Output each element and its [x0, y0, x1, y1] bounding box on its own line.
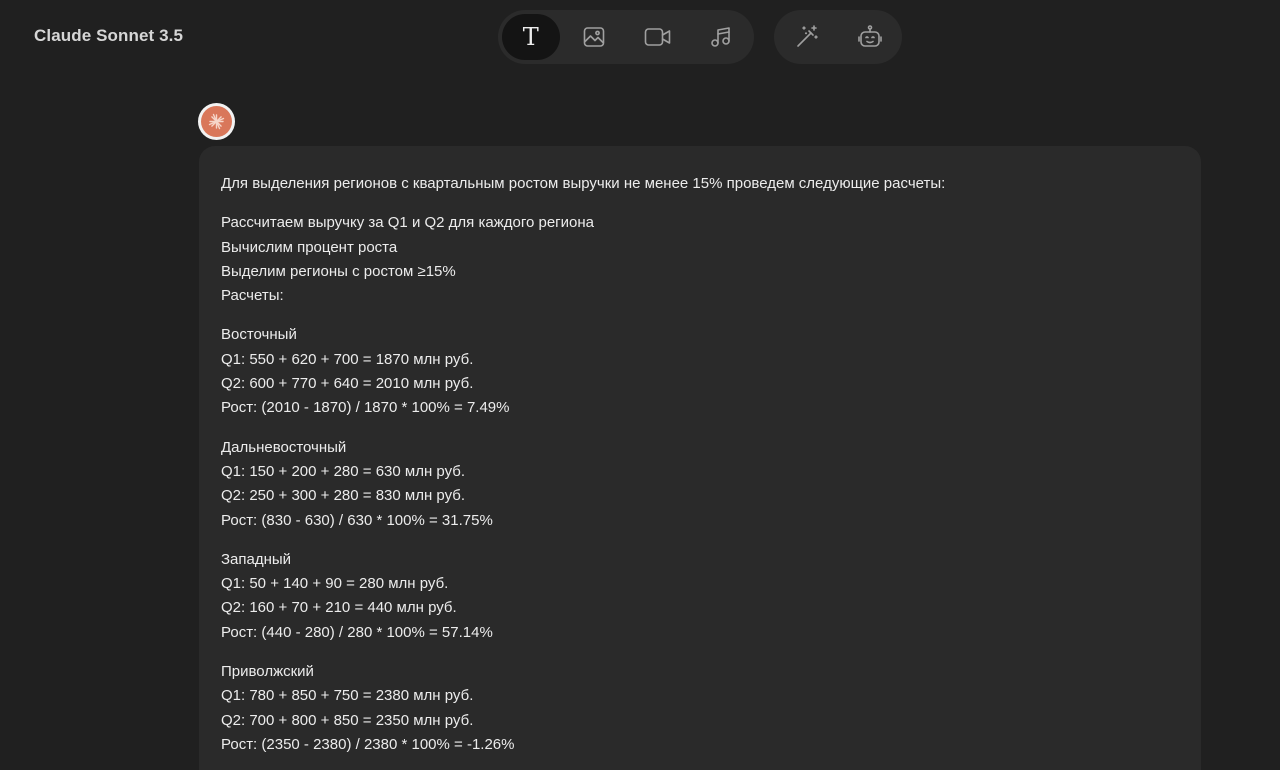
model-title[interactable]: Claude Sonnet 3.5	[34, 26, 183, 46]
video-mode-button[interactable]	[629, 14, 687, 60]
image-mode-button[interactable]	[566, 14, 624, 60]
region-q2: Q2: 600 + 770 + 640 = 2010 млн руб.	[221, 375, 474, 393]
steps-list: Рассчитаем выручку за Q1 и Q2 для каждог…	[221, 211, 1179, 308]
assistant-message: Для выделения регионов с квартальным рос…	[199, 146, 1201, 770]
assistant-avatar	[198, 103, 235, 140]
magic-wand-button[interactable]	[778, 14, 835, 60]
app-window: Claude Sonnet 3.5 T Для выделения регион…	[0, 0, 1280, 770]
region-growth: Рост: (830 - 630) / 630 * 100% = 31.75%	[221, 511, 493, 529]
step-item: Рассчитаем выручку за Q1 и Q2 для каждог…	[221, 214, 594, 232]
video-icon	[644, 28, 671, 46]
region-q2: Q2: 160 + 70 + 210 = 440 млн руб.	[221, 599, 457, 617]
claude-logo-icon	[201, 106, 232, 137]
region-name: Приволжский	[221, 663, 314, 681]
region-q1: Q1: 780 + 850 + 750 = 2380 млн руб.	[221, 687, 474, 705]
region-block: Приволжский Q1: 780 + 850 + 750 = 2380 м…	[221, 660, 1179, 757]
intro-text: Для выделения регионов с квартальным рос…	[221, 175, 946, 192]
tools-toolbar	[774, 10, 902, 64]
robot-icon	[857, 25, 882, 47]
region-q1: Q1: 150 + 200 + 280 = 630 млн руб.	[221, 462, 466, 480]
region-name: Западный	[221, 550, 292, 568]
step-item: Расчеты:	[221, 287, 284, 305]
region-block: Дальневосточный Q1: 150 + 200 + 280 = 63…	[221, 436, 1179, 533]
region-q1: Q1: 50 + 140 + 90 = 280 млн руб.	[221, 575, 449, 593]
region-q2: Q2: 700 + 800 + 850 = 2350 млн руб.	[221, 711, 474, 729]
music-mode-button[interactable]	[693, 14, 751, 60]
step-item: Выделим регионы с ростом ≥15%	[221, 262, 456, 280]
robot-button[interactable]	[841, 14, 898, 60]
image-icon	[583, 27, 605, 47]
step-item: Вычислим процент роста	[221, 238, 398, 256]
mode-toolbar: T	[498, 10, 754, 64]
region-growth: Рост: (440 - 280) / 280 * 100% = 57.14%	[221, 623, 493, 641]
region-name: Дальневосточный	[221, 438, 347, 456]
text-mode-button[interactable]: T	[502, 14, 560, 60]
region-growth: Рост: (2350 - 2380) / 2380 * 100% = -1.2…	[221, 735, 515, 753]
region-q2: Q2: 250 + 300 + 280 = 830 млн руб.	[221, 487, 466, 505]
region-block: Западный Q1: 50 + 140 + 90 = 280 млн руб…	[221, 548, 1179, 645]
music-icon	[711, 27, 731, 47]
region-name: Восточный	[221, 326, 297, 344]
magic-wand-icon	[796, 25, 818, 47]
region-growth: Рост: (2010 - 1870) / 1870 * 100% = 7.49…	[221, 399, 510, 417]
message-intro: Для выделения регионов с квартальным рос…	[221, 172, 1179, 196]
region-block: Восточный Q1: 550 + 620 + 700 = 1870 млн…	[221, 323, 1179, 420]
text-icon: T	[522, 23, 539, 51]
region-q1: Q1: 550 + 620 + 700 = 1870 млн руб.	[221, 350, 474, 368]
